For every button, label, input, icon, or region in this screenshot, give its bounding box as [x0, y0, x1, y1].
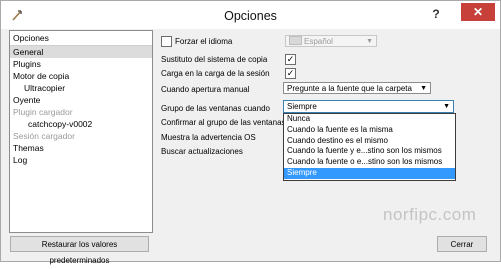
sidebar-item-plugin-cargador[interactable]: Plugin cargador — [10, 106, 152, 118]
force-language-checkbox[interactable] — [161, 36, 172, 47]
replace-copy-system-label: Sustituto del sistema de copia — [161, 55, 268, 64]
confirm-group-label: Confirmar al grupo de las ventanas — [161, 118, 286, 127]
dropdown-option-siempre[interactable]: Siempre — [284, 167, 455, 179]
dropdown-option-same-source[interactable]: Cuando la fuente es la misma — [284, 125, 455, 136]
help-button[interactable]: ? — [429, 7, 443, 21]
manual-open-value: Pregunte a la fuente que la carpeta — [287, 84, 412, 93]
sidebar-item-catchcopy[interactable]: catchcopy-v0002 — [10, 118, 152, 130]
manual-open-label: Cuando apertura manual — [161, 85, 250, 94]
load-on-session-label: Carga en la carga de la sesión — [161, 69, 270, 78]
chevron-down-icon: ▼ — [420, 85, 427, 92]
load-on-session-checkbox[interactable]: ✓ — [285, 68, 296, 79]
cancel-button[interactable]: Cerrar — [437, 236, 487, 252]
window-title: Opciones — [224, 9, 277, 23]
sidebar-item-plugins[interactable]: Plugins — [10, 58, 152, 70]
sidebar-item-log[interactable]: Log — [10, 154, 152, 166]
dropdown-option-source-and-destination[interactable]: Cuando la fuente y e...stino son los mis… — [284, 146, 455, 157]
close-window-button[interactable]: ✕ — [461, 3, 495, 21]
replace-copy-system-checkbox[interactable]: ✓ — [285, 54, 296, 65]
watermark: norfipc.com — [383, 205, 477, 224]
window-group-label: Grupo de las ventanas cuando — [161, 104, 270, 113]
title-bar: Opciones ? ✕ — [1, 1, 500, 29]
dropdown-option-source-or-destination[interactable]: Cuando la fuente o e...stino son los mis… — [284, 157, 455, 168]
dropdown-option-same-destination[interactable]: Cuando destino es el mismo — [284, 136, 455, 147]
chevron-down-icon: ▼ — [443, 103, 450, 110]
chevron-down-icon: ▼ — [366, 38, 373, 45]
sidebar-item-themas[interactable]: Themas — [10, 142, 152, 154]
flag-icon — [289, 36, 302, 45]
options-window: Opciones ? ✕ Opciones General Plugins Mo… — [0, 0, 501, 265]
sidebar-item-general[interactable]: General — [10, 46, 152, 58]
check-updates-label: Buscar actualizaciones — [161, 147, 243, 156]
window-group-value: Siempre — [287, 102, 317, 111]
options-sidebar: Opciones General Plugins Motor de copia … — [9, 30, 153, 233]
restore-defaults-button[interactable]: Restaurar los valores predeterminados — [10, 236, 149, 265]
language-value: Español — [304, 37, 333, 46]
window-group-dropdown-list: Nunca Cuando la fuente es la misma Cuand… — [283, 113, 456, 181]
sidebar-item-motor-de-copia[interactable]: Motor de copia — [10, 70, 152, 82]
sidebar-item-sesion-cargador[interactable]: Sesión cargador — [10, 130, 152, 142]
sidebar-item-ultracopier[interactable]: Ultracopier — [10, 82, 152, 94]
force-language-label: Forzar el idioma — [175, 37, 233, 46]
show-warning-label: Muestra la advertencia OS — [161, 133, 256, 142]
window-group-select[interactable]: Siempre ▼ — [283, 100, 454, 113]
sidebar-header: Opciones — [10, 31, 152, 46]
language-select[interactable]: Español ▼ — [285, 35, 377, 47]
manual-open-select[interactable]: Pregunte a la fuente que la carpeta ▼ — [283, 82, 431, 94]
dropdown-option-nunca[interactable]: Nunca — [284, 114, 455, 125]
sidebar-item-oyente[interactable]: Oyente — [10, 94, 152, 106]
